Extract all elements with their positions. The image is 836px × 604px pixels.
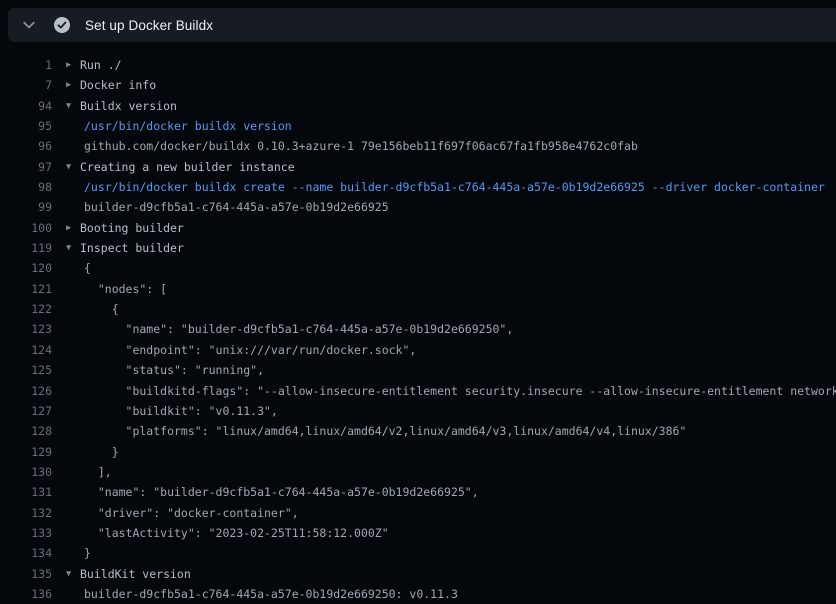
output-text: "buildkitd-flags": "--allow-insecure-ent…	[84, 381, 836, 401]
triangle-collapsed-icon[interactable]: ▶	[62, 218, 80, 238]
log-line-row: 96 github.com/docker/buildx 0.10.3+azure-…	[0, 136, 836, 156]
line-number[interactable]: 134	[0, 543, 52, 563]
line-number[interactable]: 123	[0, 319, 52, 339]
group-label[interactable]: BuildKit version	[80, 564, 191, 584]
line-number[interactable]: 98	[0, 177, 52, 197]
group-label[interactable]: Creating a new builder instance	[80, 157, 295, 177]
group-label[interactable]: Inspect builder	[80, 238, 184, 258]
line-number[interactable]: 125	[0, 360, 52, 380]
line-number[interactable]: 94	[0, 96, 52, 116]
line-number[interactable]: 121	[0, 279, 52, 299]
output-text: }	[84, 543, 91, 563]
output-text: github.com/docker/buildx 0.10.3+azure-1 …	[84, 136, 638, 156]
line-number[interactable]: 135	[0, 564, 52, 584]
line-number[interactable]: 130	[0, 462, 52, 482]
log-line-row: 124 "endpoint": "unix:///var/run/docker.…	[0, 340, 836, 360]
line-number[interactable]: 126	[0, 381, 52, 401]
log-line-row: 127 "buildkit": "v0.11.3",	[0, 401, 836, 421]
line-number[interactable]: 132	[0, 503, 52, 523]
line-number[interactable]: 95	[0, 116, 52, 136]
line-number[interactable]: 131	[0, 482, 52, 502]
log-line-row: 98/usr/bin/docker buildx create --name b…	[0, 177, 836, 197]
log-line-row: 99 builder-d9cfb5a1-c764-445a-a57e-0b19d2…	[0, 197, 836, 217]
log-line-row: 132 "driver": "docker-container",	[0, 503, 836, 523]
line-number[interactable]: 128	[0, 421, 52, 441]
log-group-row[interactable]: 100 ▶Booting builder	[0, 218, 836, 238]
triangle-collapsed-icon[interactable]: ▶	[62, 75, 80, 95]
step-header[interactable]: Set up Docker Buildx	[8, 8, 836, 42]
line-number[interactable]: 1	[0, 55, 52, 75]
log-group-row[interactable]: 1 ▶Run ./	[0, 55, 836, 75]
log-viewer: 1▶Run ./7▶Docker info94▼Buildx version95…	[0, 42, 836, 604]
log-line-row: 123 "name": "builder-d9cfb5a1-c764-445a-…	[0, 319, 836, 339]
command-text: /usr/bin/docker buildx version	[84, 116, 292, 136]
log-line-row: 128 "platforms": "linux/amd64,linux/amd6…	[0, 421, 836, 441]
log-line-row: 95/usr/bin/docker buildx version	[0, 116, 836, 136]
log-line-row: 126 "buildkitd-flags": "--allow-insecure…	[0, 381, 836, 401]
line-number[interactable]: 122	[0, 299, 52, 319]
output-text: "driver": "docker-container",	[84, 503, 299, 523]
line-number[interactable]: 97	[0, 157, 52, 177]
triangle-expanded-icon[interactable]: ▼	[62, 238, 80, 258]
command-text: /usr/bin/docker buildx create --name bui…	[84, 177, 825, 197]
triangle-collapsed-icon[interactable]: ▶	[62, 55, 80, 75]
check-circle-icon	[53, 16, 71, 34]
log-line-row: 134}	[0, 543, 836, 563]
line-number[interactable]: 96	[0, 136, 52, 156]
output-text: ],	[84, 462, 112, 482]
output-text: {	[84, 299, 119, 319]
group-label[interactable]: Buildx version	[80, 96, 177, 116]
log-line-row: 125 "status": "running",	[0, 360, 836, 380]
log-group-row[interactable]: 119 ▼Inspect builder	[0, 238, 836, 258]
triangle-expanded-icon[interactable]: ▼	[62, 157, 80, 177]
log-line-row: 133 "lastActivity": "2023-02-25T11:58:12…	[0, 523, 836, 543]
output-text: }	[84, 442, 119, 462]
line-number[interactable]: 133	[0, 523, 52, 543]
log-line-row: 121 "nodes": [	[0, 279, 836, 299]
step-title: Set up Docker Buildx	[85, 18, 213, 33]
output-text: "platforms": "linux/amd64,linux/amd64/v2…	[84, 421, 686, 441]
output-text: "nodes": [	[84, 279, 167, 299]
log-group-row[interactable]: 135 ▼BuildKit version	[0, 564, 836, 584]
output-text: "name": "builder-d9cfb5a1-c764-445a-a57e…	[84, 319, 513, 339]
log-line-row: 136 builder-d9cfb5a1-c764-445a-a57e-0b19d…	[0, 584, 836, 604]
log-line-row: 131 "name": "builder-d9cfb5a1-c764-445a-…	[0, 482, 836, 502]
output-text: "buildkit": "v0.11.3",	[84, 401, 278, 421]
triangle-expanded-icon[interactable]: ▼	[62, 564, 80, 584]
line-number[interactable]: 127	[0, 401, 52, 421]
log-line-row: 120 {	[0, 258, 836, 278]
output-text: "status": "running",	[84, 360, 264, 380]
log-group-row[interactable]: 7 ▶Docker info	[0, 75, 836, 95]
output-text: builder-d9cfb5a1-c764-445a-a57e-0b19d2e6…	[84, 584, 458, 604]
output-text: builder-d9cfb5a1-c764-445a-a57e-0b19d2e6…	[84, 197, 389, 217]
line-number[interactable]: 100	[0, 218, 52, 238]
output-text: {	[84, 258, 91, 278]
step-status-icon	[53, 16, 71, 34]
log-group-row[interactable]: 97 ▼Creating a new builder instance	[0, 157, 836, 177]
line-number[interactable]: 136	[0, 584, 52, 604]
log-group-row[interactable]: 94 ▼Buildx version	[0, 96, 836, 116]
line-number[interactable]: 119	[0, 238, 52, 258]
group-label[interactable]: Booting builder	[80, 218, 184, 238]
chevron-down-icon[interactable]	[22, 18, 36, 32]
triangle-expanded-icon[interactable]: ▼	[62, 96, 80, 116]
output-text: "lastActivity": "2023-02-25T11:58:12.000…	[84, 523, 389, 543]
group-label[interactable]: Run ./	[80, 55, 122, 75]
line-number[interactable]: 124	[0, 340, 52, 360]
line-number[interactable]: 129	[0, 442, 52, 462]
output-text: "name": "builder-d9cfb5a1-c764-445a-a57e…	[84, 482, 479, 502]
log-line-row: 130 ],	[0, 462, 836, 482]
line-number[interactable]: 99	[0, 197, 52, 217]
log-line-row: 122 {	[0, 299, 836, 319]
log-line-row: 129 }	[0, 442, 836, 462]
line-number[interactable]: 7	[0, 75, 52, 95]
group-label[interactable]: Docker info	[80, 75, 156, 95]
line-number[interactable]: 120	[0, 258, 52, 278]
output-text: "endpoint": "unix:///var/run/docker.sock…	[84, 340, 416, 360]
